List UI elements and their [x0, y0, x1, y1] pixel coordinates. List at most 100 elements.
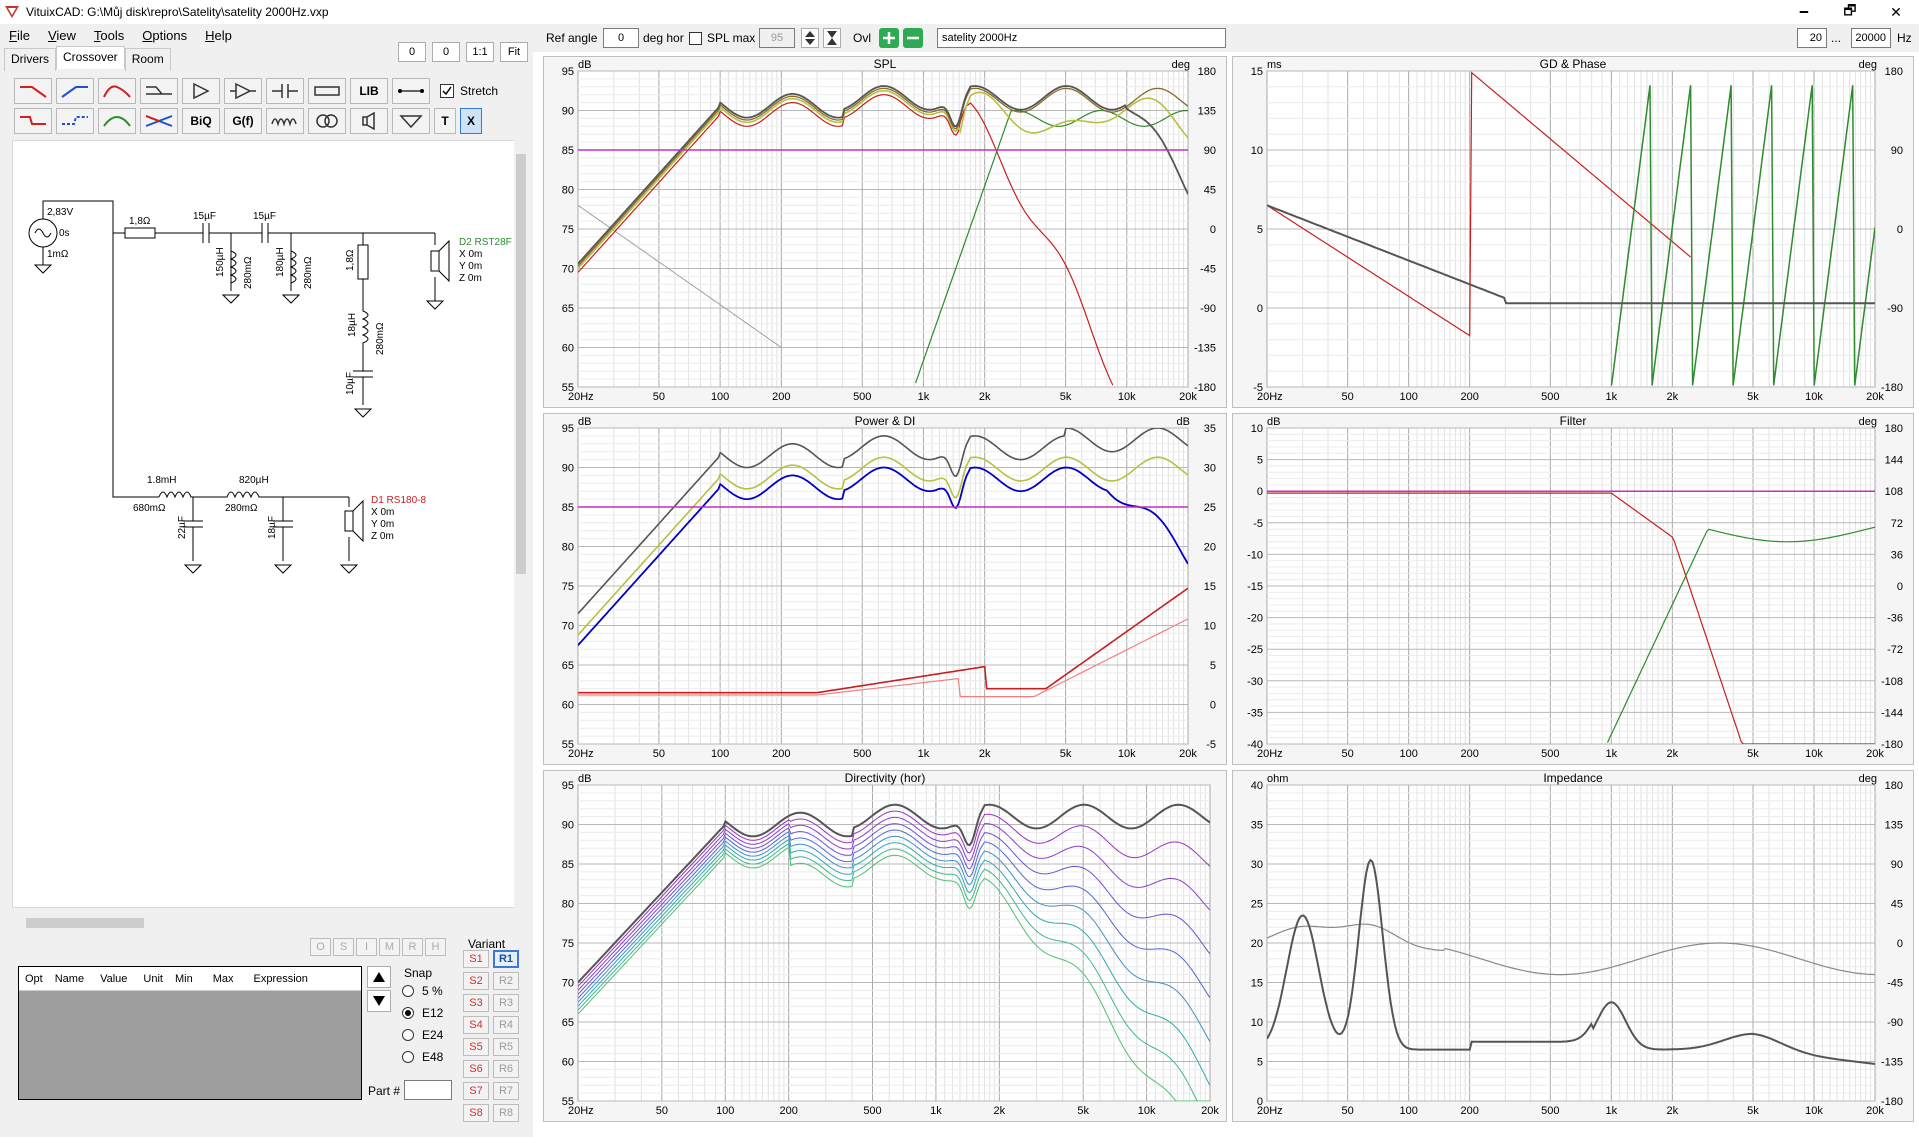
library-button[interactable]: LIB	[350, 78, 388, 104]
notch-tool[interactable]	[140, 108, 178, 134]
filter-graph[interactable]: Filter dB deg 10 180 5 144 0 108 -5 72 -10 36 -15 0 -20…	[1232, 413, 1914, 765]
variant-r4-button[interactable]: R4	[493, 1016, 519, 1034]
minimize-button[interactable]: 🗕	[1781, 0, 1827, 24]
resistor-tool[interactable]	[308, 78, 346, 104]
variant-s5-button[interactable]: S5	[463, 1038, 489, 1056]
opt-m-button[interactable]: M	[379, 938, 400, 956]
snap-5pct-radio[interactable]	[402, 985, 414, 997]
driver-tool[interactable]	[350, 108, 388, 134]
variant-s4-button[interactable]: S4	[463, 1016, 489, 1034]
schematic-vertical-scrollbar[interactable]	[514, 140, 528, 908]
bandpass-tool[interactable]	[98, 78, 136, 104]
scale-1to1-button[interactable]: 1:1	[466, 42, 494, 62]
transformer-tool[interactable]	[308, 108, 346, 134]
menu-options[interactable]: Options	[133, 28, 196, 43]
variant-s6-button[interactable]: S6	[463, 1060, 489, 1078]
opt-s-button[interactable]: S	[333, 938, 354, 956]
tab-drivers[interactable]: Drivers	[4, 48, 56, 71]
variant-s2-button[interactable]: S2	[463, 972, 489, 990]
snap-e48-radio[interactable]	[402, 1051, 414, 1063]
lowpass-tool[interactable]	[14, 78, 52, 104]
stretch-checkbox[interactable]	[440, 84, 454, 98]
schematic-horizontal-scrollbar[interactable]	[12, 916, 512, 930]
close-button[interactable]: ✕	[1873, 0, 1919, 24]
variant-r5-button[interactable]: R5	[493, 1038, 519, 1056]
offset-x-field[interactable]: 0	[398, 42, 426, 62]
overlay-remove-button[interactable]	[903, 28, 923, 48]
offset-y-field[interactable]: 0	[432, 42, 460, 62]
variant-r1-button[interactable]: R1	[493, 950, 519, 968]
spl-center-button[interactable]	[823, 28, 841, 48]
crossover-schematic[interactable]: 2,83V 0s 1mΩ 1,8Ω 15µF 15µF 150µH 280mΩ …	[12, 140, 527, 908]
menu-file[interactable]: File	[0, 28, 39, 43]
gd-graph[interactable]: GD & Phase ms deg 15 180 10 90 5 0 0 -90 -5 -180 20Hz…	[1232, 56, 1914, 408]
spl-max-checkbox[interactable]	[689, 32, 702, 45]
shelf-tool[interactable]	[140, 78, 178, 104]
restore-button[interactable]: 🗗	[1827, 0, 1873, 24]
variant-r8-button[interactable]: R8	[493, 1104, 519, 1122]
stretch-label: Stretch	[460, 84, 499, 98]
menu-help[interactable]: Help	[196, 28, 241, 43]
freq-to-input[interactable]: 20000	[1851, 28, 1891, 48]
move-down-button[interactable]	[367, 990, 391, 1012]
spl-max-input[interactable]: 95	[759, 28, 795, 48]
capacitor-tool[interactable]	[266, 78, 304, 104]
snap-e12-radio[interactable]	[402, 1007, 414, 1019]
minus-icon	[907, 36, 919, 40]
inductor-icon	[271, 118, 297, 127]
variant-s1-button[interactable]: S1	[463, 950, 489, 968]
highpass-tool[interactable]	[56, 78, 94, 104]
l3-resistance-label: 280mΩ	[375, 322, 386, 355]
fit-button[interactable]: Fit	[500, 42, 528, 62]
ground-tool[interactable]	[392, 108, 430, 134]
delete-tool[interactable]: X	[460, 108, 482, 134]
variant-s3-button[interactable]: S3	[463, 994, 489, 1012]
imp-xtick: 500	[1541, 1105, 1559, 1117]
buffer-tool[interactable]	[182, 78, 220, 104]
lowpass2-icon	[20, 116, 46, 125]
schematic-canvas[interactable]: 2,83V 0s 1mΩ 1,8Ω 15µF 15µF 150µH 280mΩ …	[13, 141, 513, 741]
opt-r-button[interactable]: R	[402, 938, 423, 956]
variant-r2-button[interactable]: R2	[493, 972, 519, 990]
move-up-button[interactable]	[367, 966, 391, 988]
col-max: Max	[212, 972, 234, 985]
overlay-add-button[interactable]	[879, 28, 899, 48]
gd-xtick: 5k	[1747, 391, 1759, 403]
variant-r3-button[interactable]: R3	[493, 994, 519, 1012]
col-min: Min	[174, 972, 193, 985]
opamp-tool[interactable]	[224, 78, 262, 104]
wire-tool[interactable]	[392, 78, 430, 104]
transfer-function-tool[interactable]: G(f)	[224, 108, 262, 134]
ref-angle-input[interactable]: 0	[603, 28, 639, 48]
highpass2-tool[interactable]	[56, 108, 94, 134]
variant-r6-button[interactable]: R6	[493, 1060, 519, 1078]
opt-o-button[interactable]: O	[310, 938, 331, 956]
tab-room[interactable]: Room	[124, 48, 171, 71]
variant-s7-button[interactable]: S7	[463, 1082, 489, 1100]
spl-graph[interactable]: SPL dB deg 95 180 90 135 85 90 80 45 75 0 70 -45 65 -90 6…	[543, 56, 1227, 408]
imp-graph[interactable]: Impedance ohm deg 40 180 35 135 30 90 25 45 20 0 15 -4…	[1232, 770, 1914, 1122]
freq-from-input[interactable]: 20	[1797, 28, 1827, 48]
spl-updown-button[interactable]	[801, 28, 819, 48]
biquad-tool[interactable]: BiQ	[182, 108, 220, 134]
overlay-label: Ovl	[853, 31, 871, 45]
variant-r7-button[interactable]: R7	[493, 1082, 519, 1100]
pwr-graph[interactable]: Power & DI dB dB 95 35 90 30 85 25 80 20 75 15 70 10 65…	[543, 413, 1227, 765]
overlay-name-input[interactable]: satelity 2000Hz	[937, 28, 1226, 48]
spl-ytick-right: 180	[1198, 66, 1216, 78]
snap-e24-radio[interactable]	[402, 1029, 414, 1041]
opt-i-button[interactable]: I	[356, 938, 377, 956]
opt-h-button[interactable]: H	[425, 938, 446, 956]
text-tool[interactable]: T	[434, 108, 456, 134]
lowpass2-tool[interactable]	[14, 108, 52, 134]
inductor-tool[interactable]	[266, 108, 304, 134]
variant-s8-button[interactable]: S8	[463, 1104, 489, 1122]
menu-tools[interactable]: Tools	[85, 28, 133, 43]
dir-graph[interactable]: Directivity (hor) dB 95 90 85 80 75 70 65 60 55 20H…	[543, 770, 1227, 1122]
tab-crossover[interactable]: Crossover	[56, 46, 125, 69]
menu-view[interactable]: View	[39, 28, 85, 43]
peaking-tool[interactable]	[98, 108, 136, 134]
hourglass-icon	[827, 31, 837, 45]
optimizer-table[interactable]: Opt Name Value Unit Min Max Expression	[18, 966, 362, 1100]
part-number-input[interactable]	[404, 1080, 452, 1100]
